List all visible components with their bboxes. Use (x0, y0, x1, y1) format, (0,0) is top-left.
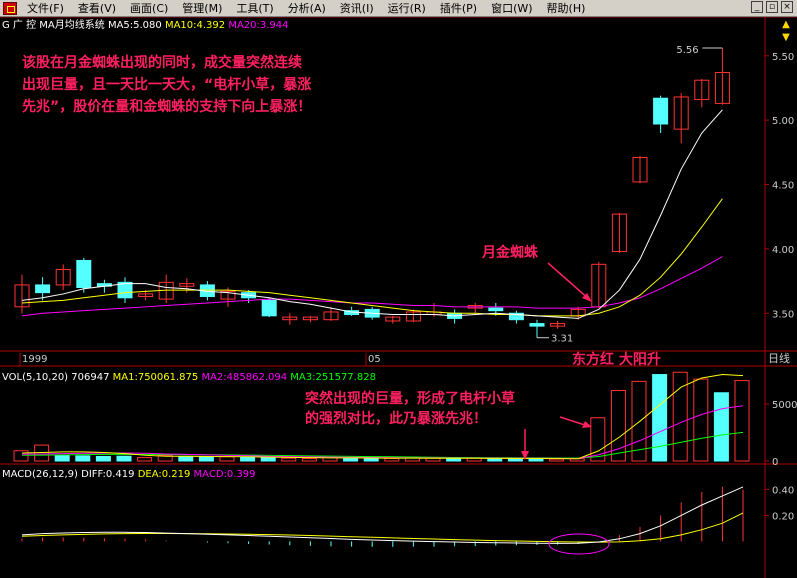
volume-bar (54, 454, 70, 462)
annotation-top-line: 出现巨量，且一天比一天大，“电杆小草，暴涨 (22, 76, 311, 93)
macd-header: MACD(26,12,9) DIFF:0.419 DEA:0.219 MACD:… (2, 469, 256, 480)
volume-bar (693, 378, 709, 462)
volume-header-value: 706947 (68, 372, 109, 383)
menu-bar: 文件(F) 查看(V) 画面(C) 管理(M) 工具(T) 分析(A) 资讯(I… (0, 0, 797, 17)
stock-chart: G 广 控 MA月均线系统 MA5:5.080 MA10:4.392 MA20:… (0, 17, 797, 578)
volume-header-ma3: MA3:251577.828 (287, 372, 376, 383)
price-header: G 广 控 MA月均线系统 MA5:5.080 MA10:4.392 MA20:… (2, 18, 289, 31)
volume-header: VOL(5,10,20) 706947 MA1:750061.875 MA2:4… (2, 372, 376, 383)
high-price-label: 5.56 (676, 45, 698, 56)
macd-tick-label: 0.20 (772, 511, 794, 522)
price-header-ma20: MA20:3.944 (225, 20, 288, 31)
volume-bar (95, 455, 111, 462)
x-label-mid: 05 (368, 354, 381, 365)
annotation-volume-line: 的强烈对比，此乃暴涨先兆！ (305, 410, 487, 427)
menu-file[interactable]: 文件(F) (27, 0, 64, 16)
macd-panel: MACD(26,12,9) DIFF:0.419 DEA:0.219 MACD:… (2, 469, 794, 547)
volume-bar (507, 458, 523, 462)
volume-bar (363, 457, 379, 462)
window-controls: _ ▫ × (751, 1, 793, 13)
candle-body (76, 259, 92, 288)
volume-bar (281, 457, 297, 462)
macd-header-macd: MACD:0.399 (190, 469, 255, 480)
price-header-system: MA月均线系统 (36, 18, 108, 31)
price-tick-label: 5.00 (772, 116, 794, 127)
macd-header-diff: DIFF:0.419 (78, 469, 135, 480)
menu-window[interactable]: 窗口(W) (491, 0, 532, 16)
macd-header-dea: DEA:0.219 (135, 469, 191, 480)
volume-bar (260, 457, 276, 462)
volume-header-ma2: MA2:485862.094 (198, 372, 287, 383)
app-logo-icon[interactable] (3, 1, 17, 15)
menu-plugins[interactable]: 插件(P) (440, 0, 477, 16)
restore-button[interactable]: ▫ (766, 1, 778, 13)
price-header-ma10: MA10:4.392 (162, 20, 225, 31)
volume-bar (446, 458, 462, 462)
volume-bar (178, 455, 194, 462)
menu-analysis[interactable]: 分析(A) (288, 0, 326, 16)
volume-tick-label: 500000 (772, 400, 797, 411)
period-label: 日线 (768, 351, 790, 365)
scroll-down-icon[interactable]: ▼ (778, 31, 794, 44)
candle-body (529, 323, 545, 327)
menu-help[interactable]: 帮助(H) (547, 0, 586, 16)
price-tick-label: 3.50 (772, 309, 794, 320)
spider-arrow-line (547, 262, 591, 301)
volume-bar (384, 457, 400, 462)
volume-bar (301, 457, 317, 462)
price-tick-label: 4.00 (772, 245, 794, 256)
volume-header-ma1: MA1:750061.875 (109, 372, 198, 383)
price-header-ma5: MA5:5.080 (108, 20, 162, 31)
volume-bar (713, 392, 729, 462)
spider-label: 月金蜘蛛 (481, 244, 539, 261)
candle-body (488, 307, 504, 312)
stock-tag: 东方红 大阳升 (572, 351, 661, 368)
volume-bar (528, 458, 544, 462)
volume-bar (219, 456, 235, 462)
dea-line (21, 512, 744, 543)
scroll-up-icon[interactable]: ▲ (778, 18, 794, 31)
volume-bar (549, 458, 565, 462)
annotation-top-line: 先兆”，股价在量和金蜘蛛的支持下向上暴涨！ (22, 98, 311, 115)
macd-tick-label: 0.40 (772, 485, 794, 496)
volume-bar (652, 374, 668, 462)
volume-tick-label: 0 (772, 457, 778, 468)
menu-view[interactable]: 查看(V) (78, 0, 116, 16)
volume-bar (75, 455, 91, 462)
price-tick-label: 5.50 (772, 52, 794, 63)
candle-body (35, 284, 51, 294)
volume-bar (240, 456, 256, 462)
menu-run[interactable]: 运行(R) (388, 0, 426, 16)
x-label-start: 1999 (22, 354, 47, 365)
menu-manage[interactable]: 管理(M) (182, 0, 222, 16)
menu-tools[interactable]: 工具(T) (236, 0, 273, 16)
annotation-top-line: 该股在月金蜘蛛出现的同时，成交量突然连续 (22, 54, 302, 71)
volume-bar (13, 450, 29, 462)
price-header-left: G 广 控 (2, 18, 36, 31)
candle-body (653, 97, 669, 125)
menu-info[interactable]: 资讯(I) (340, 0, 374, 16)
diff-line (21, 486, 744, 544)
volume-bar (137, 457, 153, 462)
price-tick-label: 4.50 (772, 181, 794, 192)
close-button[interactable]: × (781, 1, 793, 13)
volume-bar (734, 380, 750, 462)
menu-screen[interactable]: 画面(C) (130, 0, 168, 16)
volume-bar (116, 455, 132, 462)
low-price-label: 3.31 (551, 334, 573, 345)
volume-header-name: VOL(5,10,20) (2, 372, 68, 383)
macd-header-name: MACD(26,12,9) (2, 469, 78, 480)
annotation-volume-line: 突然出现的巨量，形成了电杆小草 (305, 390, 515, 407)
candle-body (261, 299, 277, 317)
minimize-button[interactable]: _ (751, 1, 763, 13)
volume-bar (198, 456, 214, 462)
